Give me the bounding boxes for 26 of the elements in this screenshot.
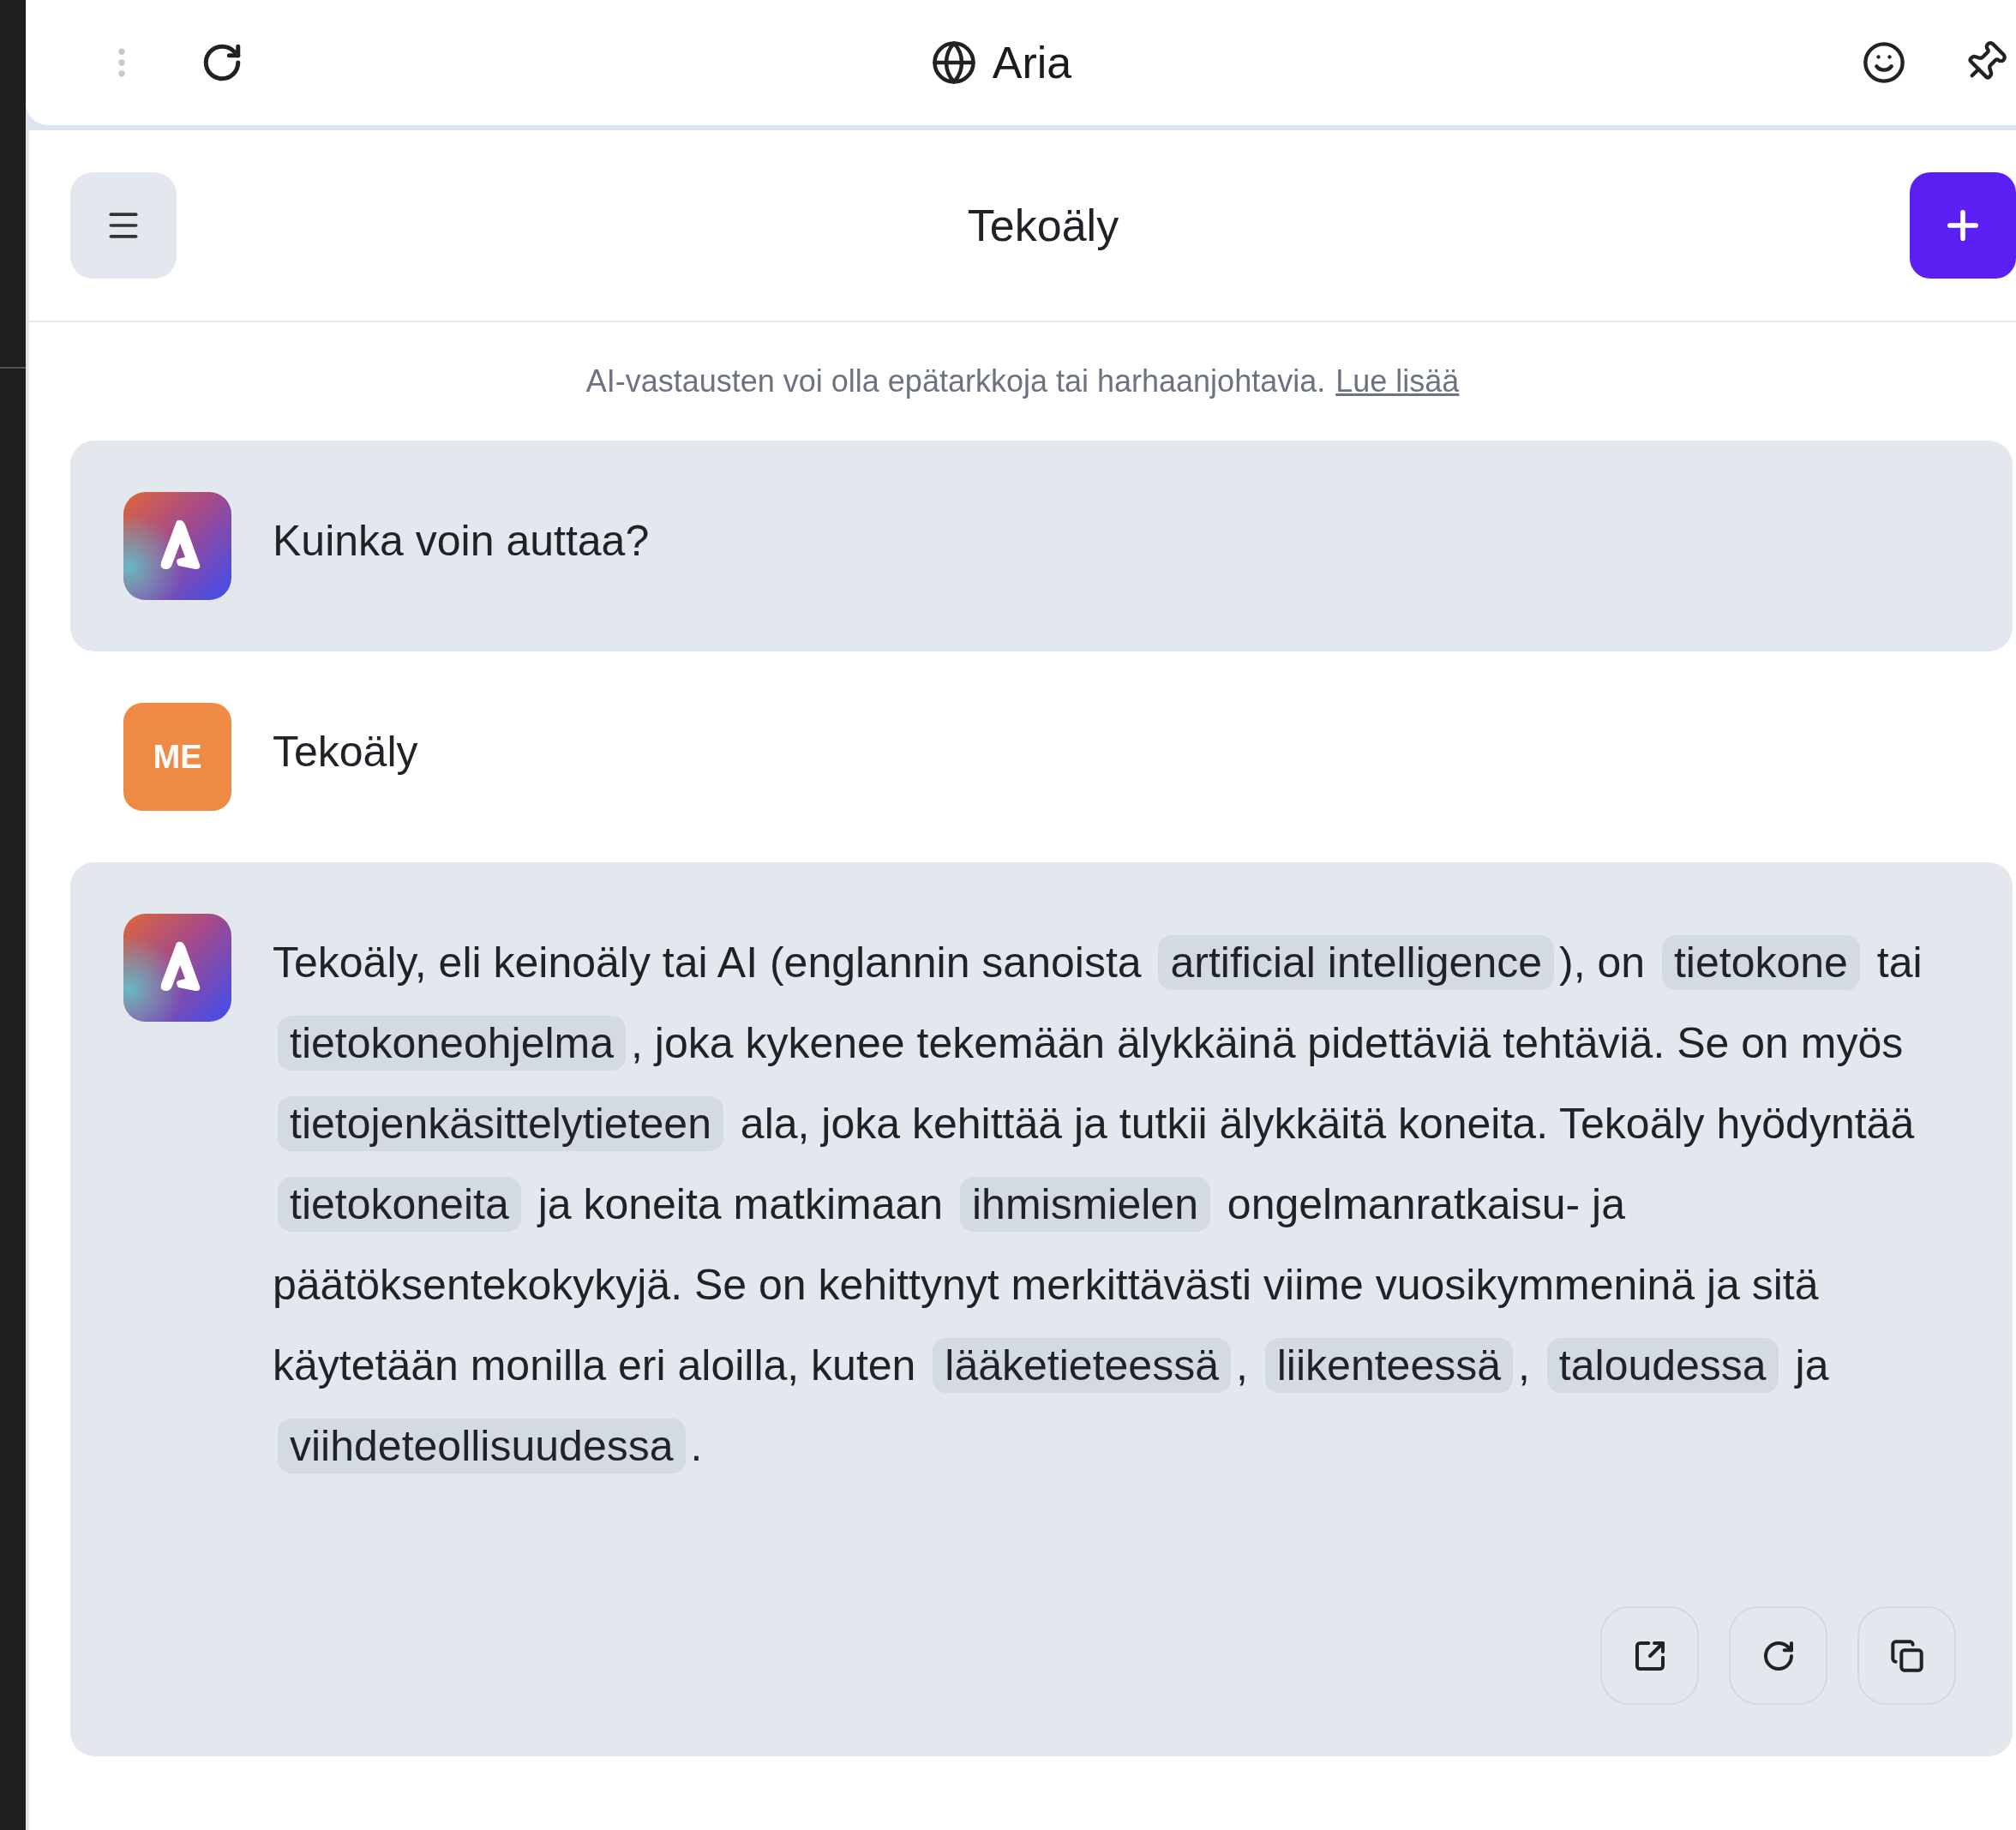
menu-button[interactable] (70, 172, 177, 279)
term-link[interactable]: ihmismielen (960, 1177, 1210, 1232)
user-avatar: ME (123, 703, 231, 811)
copy-icon (1889, 1638, 1924, 1673)
term-link[interactable]: tietokoneohjelma (278, 1016, 627, 1071)
copy-button[interactable] (1857, 1606, 1956, 1705)
share-button[interactable] (1600, 1606, 1699, 1705)
globe-icon (930, 39, 977, 86)
emoji-icon[interactable] (1862, 40, 1906, 85)
term-link[interactable]: tietokone (1661, 935, 1860, 990)
app-title: Aria (992, 37, 1072, 89)
term-link[interactable]: artificial intelligence (1158, 935, 1554, 990)
term-link[interactable]: viihdeteollisuudessa (278, 1419, 686, 1473)
disclaimer-text: AI-vastausten voi olla epätarkkoja tai harhaanjohtavia. (585, 363, 1326, 400)
message-text: Tekoäly, eli keinoäly tai AI (englannin sanoista artificial intelligence ), on tietokone tai tietokoneohjelma , joka kykenee tekemään älykkäinä pidettäviä tehtäviä. Se on myös tietojenkäsittelytieteen ala, joka kehittää ja tutkii älykkäitä koneita. Tekoäly hyödyntää tietokoneita ja koneita matkimaan ihmismielen ongelmanratkaisu- ja päätöksentekokykyjä. Se on kehittynyt merkittävästi viime vuosikymmeninä ja sitä käytetään monilla eri aloilla, kuten lääketieteessä , liikenteessä , taloudessa ja viihdeteollisuudessa . (273, 922, 1971, 1486)
new-chat-button[interactable] (1910, 172, 2016, 279)
read-more-link[interactable]: Lue lisää (1335, 358, 1460, 405)
message-text: Kuinka voin auttaa? (273, 516, 651, 567)
regenerate-button[interactable] (1729, 1606, 1827, 1705)
term-link[interactable]: lääketieteessä (933, 1338, 1231, 1393)
term-link[interactable]: taloudessa (1546, 1338, 1779, 1393)
chat-title: Tekoäly (967, 200, 1119, 252)
term-link[interactable]: tietokoneita (278, 1177, 521, 1232)
term-link[interactable]: liikenteessä (1264, 1338, 1514, 1393)
message-text: Tekoäly (273, 727, 419, 777)
term-link[interactable]: tietojenkäsittelytieteen (278, 1096, 723, 1151)
